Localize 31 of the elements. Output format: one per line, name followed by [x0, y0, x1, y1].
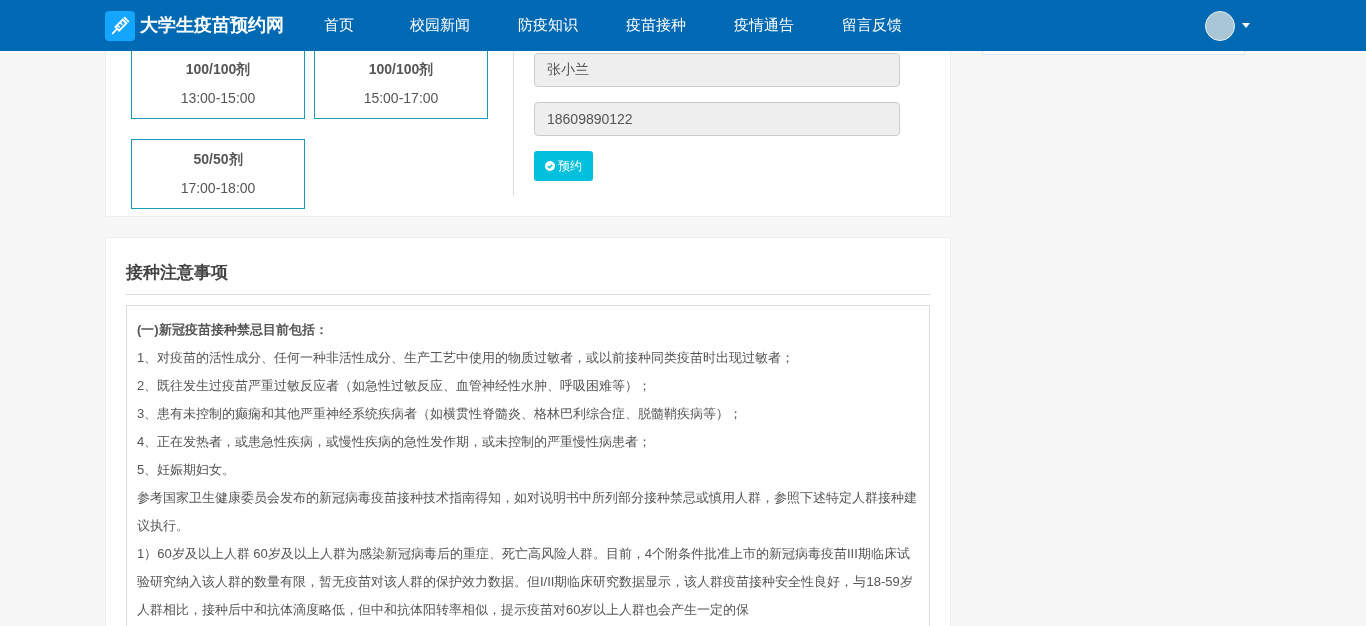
nav-link[interactable]: 疫情通告 [734, 14, 794, 37]
time-range: 15:00-17:00 [363, 89, 439, 108]
time-range: 17:00-18:00 [180, 179, 256, 198]
time-range: 13:00-15:00 [180, 89, 256, 108]
section-title: 接种注意事项 [126, 260, 930, 295]
notice-paragraph: 2、既往发生过疫苗严重过敏反应者（如急性过敏反应、血管神经性水肿、呼吸困难等）； [137, 376, 653, 395]
input-field[interactable]: 张小兰 [534, 53, 900, 87]
time-slot[interactable]: 50/50剂 17:00-18:00 [131, 139, 305, 209]
nav-link[interactable]: 疫苗接种 [626, 14, 686, 37]
dose-count: 50/50剂 [193, 150, 243, 169]
nav-link[interactable]: 防疫知识 [518, 14, 578, 37]
dose-count: 100/100剂 [185, 60, 251, 79]
notice-paragraph: 5、妊娠期妇女。 [137, 460, 237, 479]
nav-link[interactable]: 首页 [324, 14, 354, 37]
input-field[interactable]: 18609890122 [534, 102, 900, 136]
avatar[interactable] [1205, 10, 1235, 41]
check-circle-icon [545, 161, 555, 171]
time-slot[interactable]: 100/100剂 13:00-15:00 [131, 51, 305, 119]
notice-paragraph: 3、患有未控制的癫痫和其他严重神经系统疾病者（如横贯性脊髓炎、格林巴利综合症、脱髓鞘疾病等）； [137, 404, 744, 423]
time-slot[interactable]: 100/100剂 15:00-17:00 [314, 51, 488, 119]
nav-link[interactable]: 留言反馈 [842, 14, 902, 37]
nav-link[interactable]: 校园新闻 [410, 14, 470, 37]
notice-paragraph: 1、对疫苗的活性成分、任何一种非活性成分、生产工艺中使用的物质过敏者，或以前接种同类疫苗时出现过敏者； [137, 348, 796, 367]
dose-count: 100/100剂 [368, 60, 434, 79]
notice-heading: (一)新冠疫苗接种禁忌目前包括： [137, 320, 329, 339]
site-title[interactable]: 大学生疫苗预约网 [140, 12, 284, 39]
caret-icon[interactable] [1242, 23, 1250, 28]
notice-paragraph: 参考国家卫生健康委员会发布的新冠病毒疫苗接种技术指南得知，如对说明书中所列部分接种禁忌或慎用人群，参照下述特定人群接种建议执行。 [137, 488, 918, 535]
logo-icon [105, 10, 135, 41]
notice-paragraph: 1）60岁及以上人群 60岁及以上人群为感染新冠病毒后的重症、死亡高风险人群。目前，4个附条件批准上市的新冠病毒疫苗III期临床试验研究纳入该人群的数量有限，暂无疫苗对该人群的保护效力数据。但I/II期临床研究数据显示，该人群疫苗接种安全性良好，与18-59岁人群相比，接种后中和抗体滴度略低，但中和抗体阳转率相似，提示疫苗对60岁以上人群也会产生一定的保 [137, 544, 914, 619]
notice-paragraph: 4、正在发热者，或患急性疾病，或慢性疾病的急性发作期，或未控制的严重慢性病患者； [137, 432, 653, 451]
